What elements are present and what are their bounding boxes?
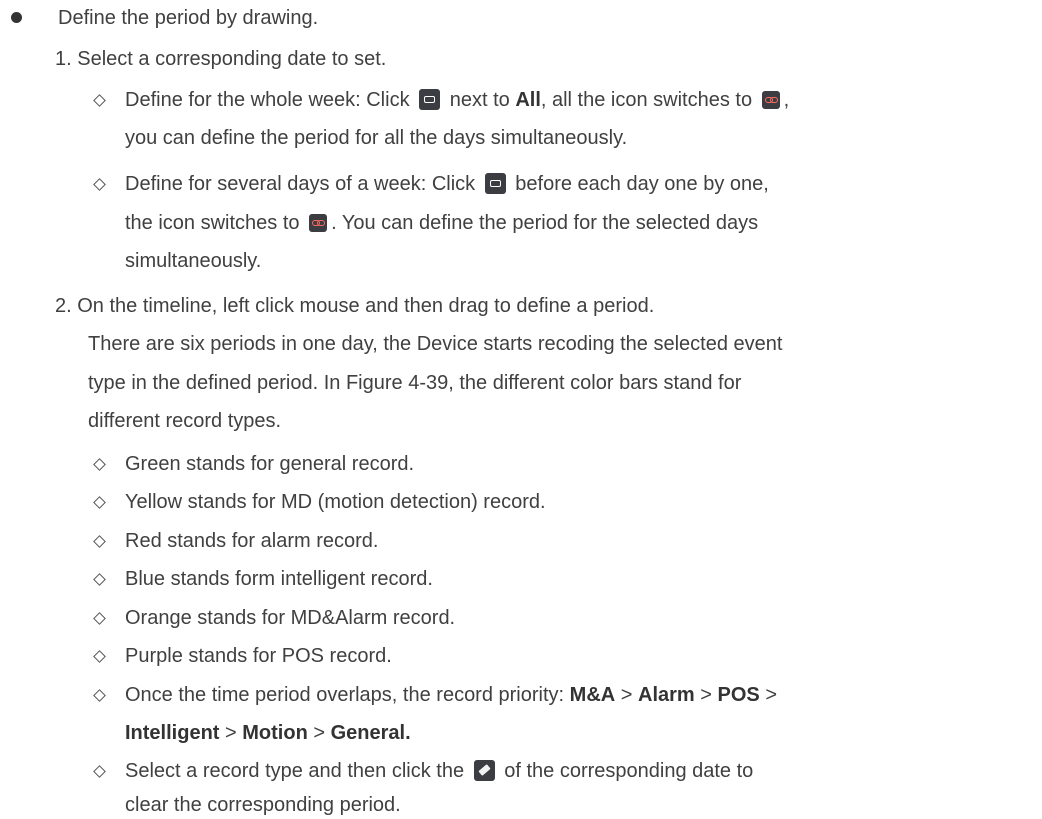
diamond-bullet <box>93 650 106 663</box>
item-blue: Blue stands form intelligent record. <box>125 568 433 590</box>
item-purple: Purple stands for POS record. <box>125 645 392 667</box>
whole-week-line-2: you can define the period for all the da… <box>125 127 628 149</box>
step-2-paragraph-1: There are six periods in one day, the De… <box>88 333 783 355</box>
clear-line-2: clear the corresponding period. <box>125 794 401 816</box>
unlinked-rect-icon <box>484 173 506 194</box>
unlinked-rect-icon <box>419 89 441 110</box>
priority-ma: M&A <box>569 684 616 706</box>
diamond-bullet <box>93 765 106 778</box>
diamond-bullet <box>93 573 106 586</box>
step-2: 2. On the timeline, left click mouse and… <box>55 292 654 320</box>
whole-week-line-1: Define for the whole week: Click next to… <box>125 89 790 111</box>
priority-general: General. <box>330 722 411 744</box>
linked-chain-icon <box>761 91 780 109</box>
item-orange: Orange stands for MD&Alarm record. <box>125 607 456 629</box>
priority-line-1: Once the time period overlaps, the recor… <box>125 684 778 706</box>
step-2-paragraph-2: type in the defined period. In Figure 4-… <box>88 372 742 394</box>
item-green: Green stands for general record. <box>125 453 415 475</box>
several-days-line-1: Define for several days of a week: Click… <box>125 173 769 195</box>
diamond-bullet <box>93 612 106 625</box>
diamond-bullet <box>93 689 106 702</box>
several-days-line-3: simultaneously. <box>125 250 262 272</box>
step-1: 1. Select a corresponding date to set. <box>55 45 386 73</box>
priority-pos: POS <box>717 684 760 706</box>
diamond-bullet <box>93 496 106 509</box>
diamond-bullet <box>93 178 106 191</box>
step-number: 1. <box>55 48 72 70</box>
diamond-bullet <box>93 94 106 107</box>
eraser-icon <box>473 760 495 781</box>
several-days-line-2: the icon switches to . You can define th… <box>125 212 759 234</box>
step-2-paragraph-3: different record types. <box>88 410 282 432</box>
priority-alarm: Alarm <box>638 684 695 706</box>
document-page: Define the period by drawing. 1. Select … <box>0 0 1042 819</box>
priority-motion: Motion <box>242 722 308 744</box>
linked-chain-icon <box>309 214 328 232</box>
item-yellow: Yellow stands for MD (motion detection) … <box>125 491 546 513</box>
step-text: Select a corresponding date to set. <box>77 48 387 70</box>
priority-line-2: Intelligent > Motion > General. <box>125 722 411 744</box>
priority-intelligent: Intelligent <box>125 722 220 744</box>
intro-text: Define the period by drawing. <box>58 7 319 29</box>
bullet-dot <box>11 12 22 23</box>
clear-line-1: Select a record type and then click the … <box>125 760 754 782</box>
step-text: On the timeline, left click mouse and th… <box>77 295 655 317</box>
item-red: Red stands for alarm record. <box>125 530 379 552</box>
diamond-bullet <box>93 458 106 471</box>
step-number: 2. <box>55 295 72 317</box>
diamond-bullet <box>93 535 106 548</box>
